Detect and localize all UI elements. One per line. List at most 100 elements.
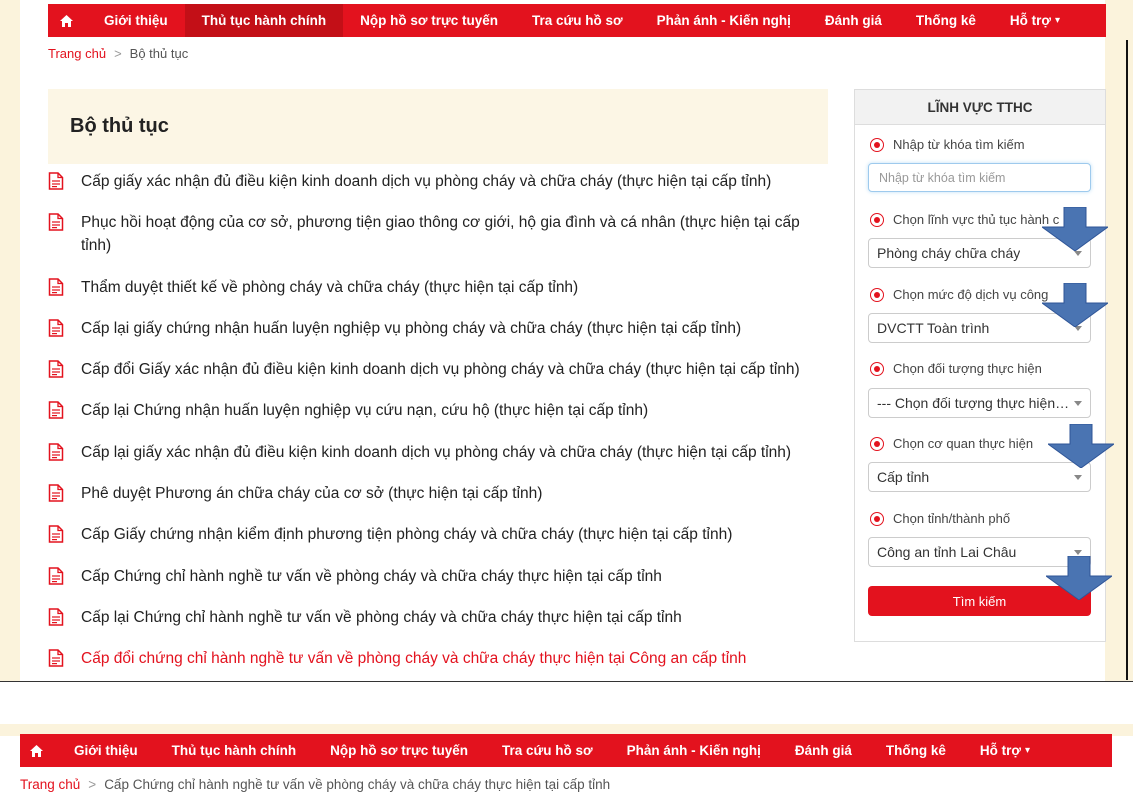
top-nav: Giới thiệu Thủ tục hành chính Nộp hồ sơ … xyxy=(48,4,1106,37)
pointer-arrow-icon xyxy=(1042,207,1108,251)
document-icon xyxy=(48,608,64,626)
pointer-arrow-icon xyxy=(1046,556,1112,600)
procedure-item[interactable]: Cấp đổi Giấy xác nhận đủ điều kiện kinh … xyxy=(48,358,828,381)
screenshot-divider xyxy=(0,681,1133,682)
nav-ho-tro-label: Hỗ trợ xyxy=(1009,13,1052,28)
procedure-item[interactable]: Cấp giấy xác nhận đủ điều kiện kinh doan… xyxy=(48,170,828,193)
nav-danh-gia[interactable]: Đánh giá xyxy=(778,734,869,767)
page-title: Bộ thủ tục xyxy=(70,115,169,137)
procedure-item[interactable]: Thẩm duyệt thiết kế về phòng cháy và chữ… xyxy=(48,276,828,299)
breadcrumb-home-link[interactable]: Trang chủ xyxy=(20,777,80,792)
document-icon xyxy=(48,360,64,378)
search-input[interactable] xyxy=(868,163,1091,192)
field-option[interactable]: Chọn lĩnh vực thủ tục hành c xyxy=(870,212,1059,227)
radio-icon[interactable] xyxy=(870,287,884,302)
level-option[interactable]: Chọn mức độ dịch vụ công xyxy=(870,287,1048,302)
document-icon xyxy=(48,277,64,296)
home-icon xyxy=(60,14,73,27)
field-select-value: Phòng cháy chữa cháy xyxy=(877,245,1021,261)
document-icon xyxy=(48,401,64,420)
nav-phan-anh-kien-nghi[interactable]: Phản ánh - Kiến nghị xyxy=(610,734,778,767)
procedure-item[interactable]: Cấp lại giấy xác nhận đủ điều kiện kinh … xyxy=(48,441,828,464)
procedure-item[interactable]: Cấp đổi chứng chỉ hành nghề tư vấn về ph… xyxy=(48,647,828,670)
nav-nop-ho-so[interactable]: Nộp hồ sơ trực tuyến xyxy=(313,734,485,767)
chevron-down-icon: ▾ xyxy=(1025,745,1031,756)
nav-thong-ke[interactable]: Thống kê xyxy=(869,734,963,767)
field-label: Chọn lĩnh vực thủ tục hành c xyxy=(893,212,1060,227)
nav-thong-ke[interactable]: Thống kê xyxy=(899,4,993,37)
procedure-list: Cấp giấy xác nhận đủ điều kiện kinh doan… xyxy=(48,170,828,689)
procedure-link[interactable]: Cấp đổi chứng chỉ hành nghề tư vấn về ph… xyxy=(81,647,746,670)
procedure-item[interactable]: Cấp lại giấy chứng nhận huấn luyện nghiệ… xyxy=(48,317,828,340)
page-background-left xyxy=(0,0,20,682)
keyword-option[interactable]: Nhập từ khóa tìm kiếm xyxy=(870,137,1025,152)
nav-gioi-thieu[interactable]: Giới thiệu xyxy=(57,734,155,767)
nav-ho-tro[interactable]: Hỗ trợ ▾ xyxy=(993,4,1077,37)
breadcrumb-separator: > xyxy=(88,777,97,792)
radio-icon[interactable] xyxy=(870,511,884,526)
document-icon xyxy=(48,213,64,232)
subject-select[interactable]: --- Chọn đối tượng thực hiện --- xyxy=(868,388,1091,418)
nav-home[interactable] xyxy=(48,4,87,37)
document-icon xyxy=(48,172,64,190)
procedure-item[interactable]: Phê duyệt Phương án chữa cháy của cơ sở … xyxy=(48,482,828,505)
procedure-link[interactable]: Cấp đổi Giấy xác nhận đủ điều kiện kinh … xyxy=(81,358,800,381)
dropdown-caret-icon xyxy=(1074,400,1082,406)
procedure-item[interactable]: Cấp Giấy chứng nhận kiểm định phương tiệ… xyxy=(48,523,828,546)
nav-danh-gia[interactable]: Đánh giá xyxy=(808,4,899,37)
level-label: Chọn mức độ dịch vụ công xyxy=(893,287,1049,302)
agency-select-value: Cấp tỉnh xyxy=(877,469,930,485)
procedure-link[interactable]: Cấp lại giấy xác nhận đủ điều kiện kinh … xyxy=(81,441,791,464)
procedure-link[interactable]: Cấp Chứng chỉ hành nghề tư vấn về phòng … xyxy=(81,565,662,588)
bottom-nav: Giới thiệu Thủ tục hành chính Nộp hồ sơ … xyxy=(20,734,1112,767)
nav-phan-anh-kien-nghi[interactable]: Phản ánh - Kiến nghị xyxy=(640,4,808,37)
nav-thu-tuc-hanh-chinh[interactable]: Thủ tục hành chính xyxy=(155,734,314,767)
breadcrumb-separator: > xyxy=(114,46,122,61)
pointer-arrow-icon xyxy=(1042,283,1108,327)
procedure-item[interactable]: Cấp lại Chứng chỉ hành nghề tư vấn về ph… xyxy=(48,606,828,629)
procedure-link[interactable]: Cấp giấy xác nhận đủ điều kiện kinh doan… xyxy=(81,170,771,193)
procedure-item[interactable]: Cấp lại Chứng nhận huấn luyện nghiệp vụ … xyxy=(48,399,828,422)
keyword-label: Nhập từ khóa tìm kiếm xyxy=(893,137,1025,152)
document-icon xyxy=(48,319,64,337)
document-icon xyxy=(48,484,64,502)
procedure-link[interactable]: Cấp lại giấy chứng nhận huấn luyện nghiệ… xyxy=(81,317,741,340)
agency-option[interactable]: Chọn cơ quan thực hiện xyxy=(870,436,1033,451)
province-select-value: Công an tỉnh Lai Châu xyxy=(877,544,1017,560)
province-option[interactable]: Chọn tỉnh/thành phố xyxy=(870,511,1010,526)
procedure-link[interactable]: Thẩm duyệt thiết kế về phòng cháy và chữ… xyxy=(81,276,578,299)
document-icon xyxy=(48,566,64,585)
breadcrumb: Trang chủ > Bộ thủ tục xyxy=(48,46,188,61)
panel-title: LĨNH VỰC TTHC xyxy=(855,90,1105,125)
procedure-item[interactable]: Phục hồi hoạt động của cơ sở, phương tiệ… xyxy=(48,211,828,257)
procedure-link[interactable]: Phê duyệt Phương án chữa cháy của cơ sở … xyxy=(81,482,542,505)
nav-ho-tro[interactable]: Hỗ trợ ▾ xyxy=(963,734,1047,767)
province-label: Chọn tỉnh/thành phố xyxy=(893,511,1011,526)
subject-option[interactable]: Chọn đối tượng thực hiện xyxy=(870,361,1042,376)
radio-icon[interactable] xyxy=(870,137,884,152)
nav-tra-cuu-ho-so[interactable]: Tra cứu hồ sơ xyxy=(485,734,610,767)
procedure-link[interactable]: Cấp lại Chứng chỉ hành nghề tư vấn về ph… xyxy=(81,606,682,629)
subject-label: Chọn đối tượng thực hiện xyxy=(893,361,1042,376)
agency-label: Chọn cơ quan thực hiện xyxy=(893,436,1034,451)
dropdown-caret-icon xyxy=(1074,474,1082,480)
breadcrumb-current: Bộ thủ tục xyxy=(129,46,189,61)
radio-icon[interactable] xyxy=(870,436,884,451)
nav-ho-tro-label: Hỗ trợ xyxy=(979,743,1022,758)
dropdown-caret-icon xyxy=(1074,250,1082,256)
breadcrumb-home-link[interactable]: Trang chủ xyxy=(48,46,106,61)
screenshot-edge xyxy=(1126,40,1128,680)
procedure-link[interactable]: Cấp lại Chứng nhận huấn luyện nghiệp vụ … xyxy=(81,399,648,422)
nav-thu-tuc-hanh-chinh[interactable]: Thủ tục hành chính xyxy=(184,4,344,37)
nav-home[interactable] xyxy=(20,734,57,767)
nav-nop-ho-so[interactable]: Nộp hồ sơ trực tuyến xyxy=(343,4,515,37)
radio-icon[interactable] xyxy=(870,361,884,376)
breadcrumb-bottom: Trang chủ > Cấp Chứng chỉ hành nghề tư v… xyxy=(20,777,610,792)
radio-icon[interactable] xyxy=(870,212,884,227)
procedure-item[interactable]: Cấp Chứng chỉ hành nghề tư vấn về phòng … xyxy=(48,565,828,588)
procedure-link[interactable]: Phục hồi hoạt động của cơ sở, phương tiệ… xyxy=(81,211,828,257)
nav-tra-cuu-ho-so[interactable]: Tra cứu hồ sơ xyxy=(515,4,640,37)
nav-gioi-thieu[interactable]: Giới thiệu xyxy=(87,4,185,37)
procedure-link[interactable]: Cấp Giấy chứng nhận kiểm định phương tiệ… xyxy=(81,523,732,546)
breadcrumb-current: Cấp Chứng chỉ hành nghề tư vấn về phòng … xyxy=(104,777,611,792)
